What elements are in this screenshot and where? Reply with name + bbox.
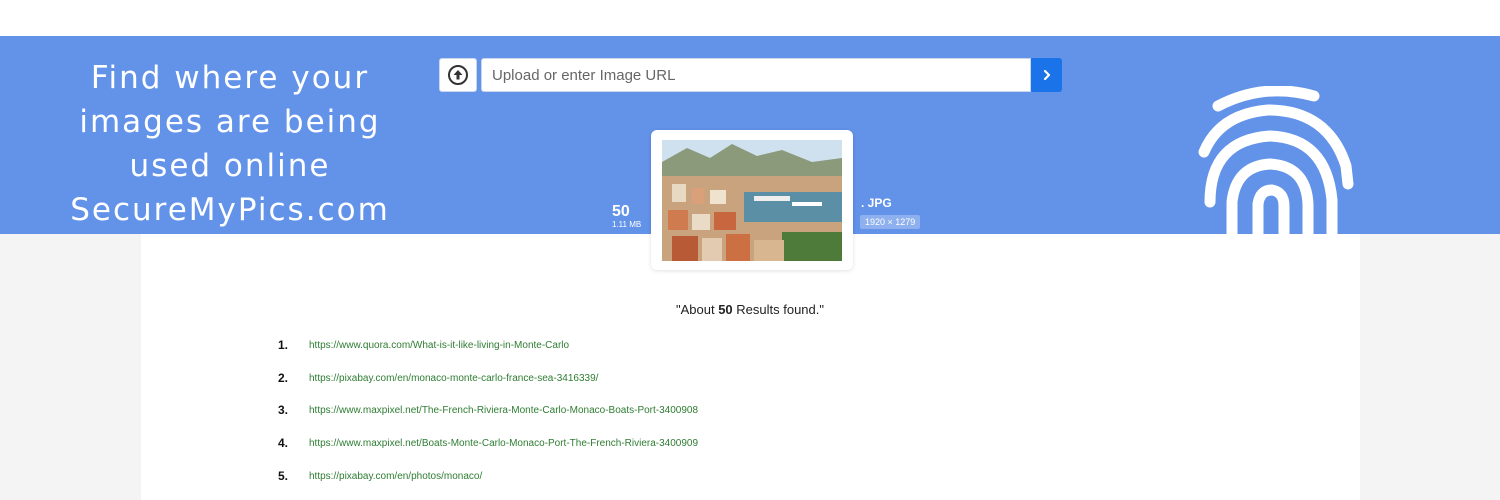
results-summary: "About 50 Results found."	[0, 302, 1500, 317]
result-link[interactable]: https://pixabay.com/en/photos/monaco/	[309, 471, 482, 482]
result-link[interactable]: https://www.maxpixel.net/The-French-Rivi…	[309, 405, 698, 416]
file-extension-label: . JPG	[861, 196, 892, 210]
result-number: 2.	[278, 371, 289, 385]
tagline-line: Find where your	[90, 60, 370, 96]
result-number: 1.	[278, 338, 289, 352]
result-item: 1. https://www.quora.com/What-is-it-like…	[278, 337, 569, 353]
result-link[interactable]: https://www.maxpixel.net/Boats-Monte-Car…	[309, 438, 698, 449]
upload-button[interactable]	[439, 58, 477, 92]
results-summary-suffix: Results found."	[732, 302, 824, 317]
tagline-line: SecureMyPics.com	[70, 192, 390, 228]
result-number: 4.	[278, 436, 289, 450]
result-link[interactable]: https://www.quora.com/What-is-it-like-li…	[309, 340, 569, 351]
tagline: Find where your images are being used on…	[50, 56, 410, 232]
upload-arrow-icon	[448, 65, 468, 85]
top-strip	[0, 0, 1500, 36]
result-link[interactable]: https://pixabay.com/en/monaco-monte-carl…	[309, 373, 598, 384]
image-url-input[interactable]	[481, 58, 1031, 92]
tagline-line: used online	[129, 148, 331, 184]
result-item: 4. https://www.maxpixel.net/Boats-Monte-…	[278, 435, 698, 451]
result-item: 2. https://pixabay.com/en/monaco-monte-c…	[278, 370, 598, 386]
results-summary-prefix: "About	[675, 302, 719, 317]
image-dimensions-badge: 1920 × 1279	[860, 215, 921, 229]
fingerprint-icon	[1198, 86, 1354, 234]
result-number: 3.	[278, 403, 289, 417]
file-size-label: 1.11 MB	[612, 220, 642, 229]
search-submit-button[interactable]	[1031, 58, 1062, 92]
chevron-right-icon	[1043, 69, 1050, 81]
result-item: 3. https://www.maxpixel.net/The-French-R…	[278, 402, 698, 418]
uploaded-image-thumbnail	[662, 140, 842, 261]
result-item: 5. https://pixabay.com/en/photos/monaco/	[278, 468, 482, 484]
result-count-value: 50	[612, 203, 630, 220]
results-card	[141, 234, 1360, 500]
result-number: 5.	[278, 469, 289, 483]
results-summary-count: 50	[718, 302, 733, 317]
tagline-line: images are being	[79, 104, 381, 140]
